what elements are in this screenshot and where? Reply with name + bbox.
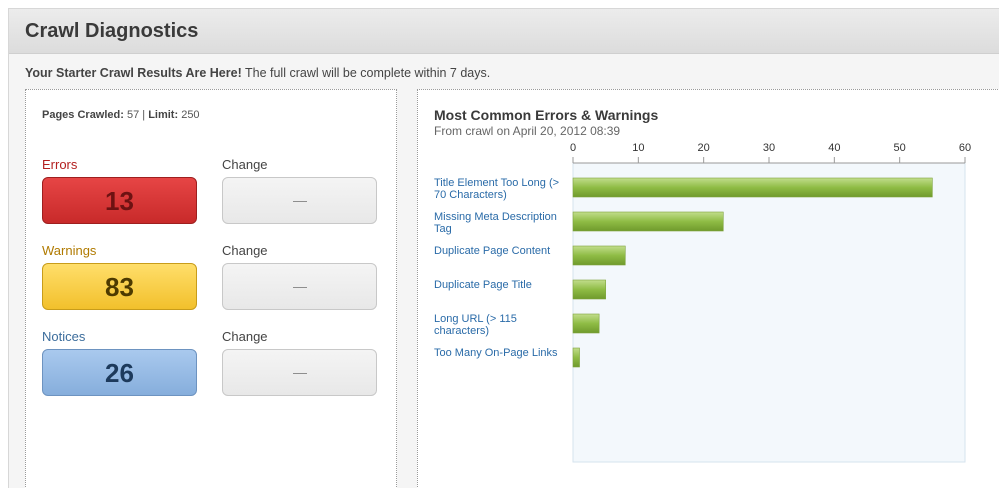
crawl-diagnostics-frame: Crawl Diagnostics Your Starter Crawl Res… (8, 8, 999, 488)
errors-label: Errors (42, 157, 78, 172)
x-axis-tick-label: 40 (828, 142, 840, 154)
bar (572, 211, 724, 232)
category-label: Too Many On-Page Links (434, 347, 558, 359)
intro-bold: Your Starter Crawl Results Are Here! (25, 66, 242, 80)
warnings-change-box: — (222, 263, 377, 310)
category-label: Missing Meta Description Tag (434, 211, 557, 235)
pages-crawled-value: 57 | (123, 109, 149, 121)
bar (572, 177, 933, 198)
x-axis-tick-label: 10 (632, 142, 644, 154)
category-label: Duplicate Page Content (434, 245, 550, 257)
notices-change-label: Change (222, 329, 268, 344)
intro-text: Your Starter Crawl Results Are Here! The… (25, 66, 490, 80)
page-header: Crawl Diagnostics (9, 9, 999, 54)
category-label: Long URL (> 115 characters) (434, 313, 517, 337)
x-axis-tick-label: 60 (959, 142, 971, 154)
x-axis-tick-label: 30 (763, 142, 775, 154)
errors-change-box: — (222, 177, 377, 224)
limit-label: Limit: (148, 109, 179, 121)
page-title: Crawl Diagnostics (25, 20, 199, 42)
bar (572, 313, 600, 334)
pages-crawled-label: Pages Crawled: (42, 109, 124, 121)
x-axis-tick-label: 20 (698, 142, 710, 154)
x-axis-tick-label: 0 (570, 142, 576, 154)
chart-plot-area (572, 162, 966, 463)
notices-count-box[interactable]: 26 (42, 349, 197, 396)
category-label: Duplicate Page Title (434, 279, 532, 291)
errors-bar-chart: 0 10 20 30 40 50 60 Title Element Too Long (> 70… (434, 142, 971, 463)
notices-change-box: — (222, 349, 377, 396)
bar (572, 279, 606, 300)
warnings-count-box[interactable]: 83 (42, 263, 197, 310)
category-label: Title Element Too Long (> 70 Characters) (434, 177, 559, 201)
notices-label: Notices (42, 329, 86, 344)
errors-count-box[interactable]: 13 (42, 177, 197, 224)
warnings-label: Warnings (42, 243, 97, 258)
chart-panel: Most Common Errors & Warnings From crawl… (417, 89, 999, 488)
warnings-change-label: Change (222, 243, 268, 258)
limit-value: 250 (178, 109, 200, 121)
errors-change-label: Change (222, 157, 268, 172)
bar (572, 245, 626, 266)
pages-crawled-stat: Pages Crawled: 57 | Limit: 250 (42, 109, 200, 121)
x-axis-tick-label: 50 (894, 142, 906, 154)
summary-panel: Pages Crawled: 57 | Limit: 250 Errors 13… (25, 89, 397, 488)
bar (572, 347, 580, 368)
intro-rest: The full crawl will be complete within 7… (241, 66, 491, 80)
